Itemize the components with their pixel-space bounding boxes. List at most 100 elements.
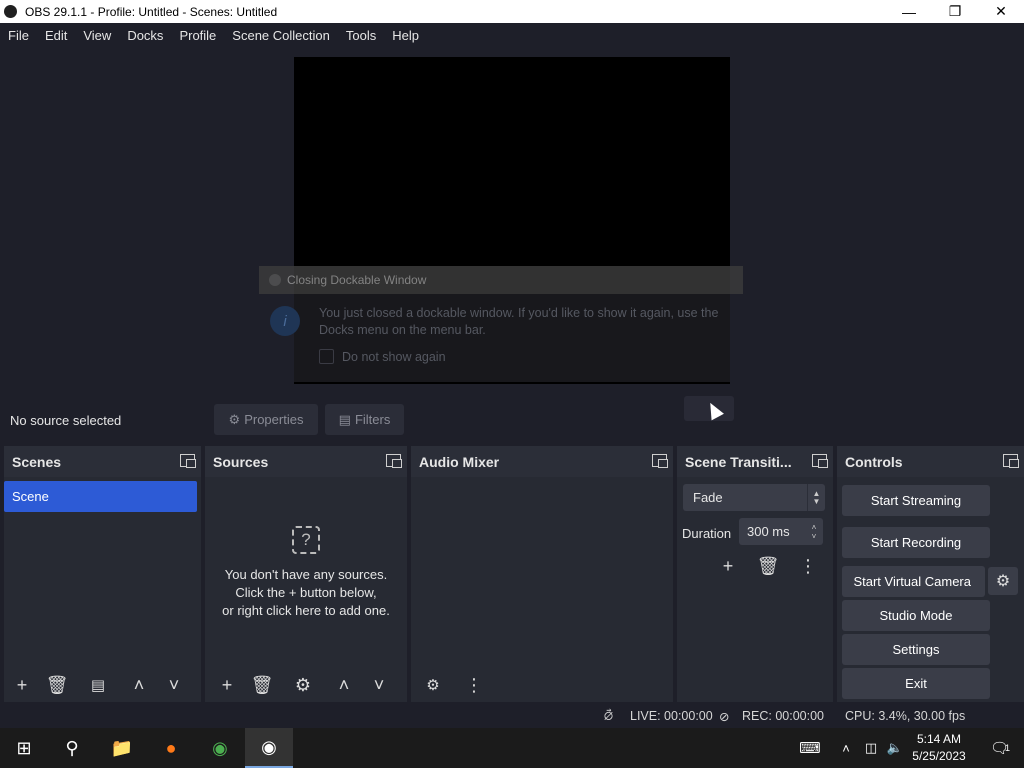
duration-value: 300 ms [747,524,790,539]
menu-view[interactable]: View [75,28,119,43]
no-source-label: No source selected [10,413,122,428]
transitions-header: Scene Transiti... [677,446,833,477]
taskbar: ⊞ ⚲ 📁 ● ◉ ◉ ⌨ ˄ ◫ 🔈 5:14 AM 5/25/2023 🗨 1 [0,728,1024,768]
virtual-camera-settings-button[interactable]: ⚙ [988,567,1018,595]
transition-toolbar: + 🗑 ⋮ [713,552,823,580]
question-icon: ? [292,526,320,554]
sources-dock-title: Sources [213,453,269,470]
audio-menu-button[interactable]: ⋮ [459,671,489,699]
spin-arrows-icon[interactable]: ˄ ˅ [805,518,823,545]
scenes-dock-title: Scenes [12,453,62,470]
advanced-audio-button[interactable]: ⚙ [418,671,448,699]
menu-help[interactable]: Help [384,28,427,43]
audio-mixer-header: Audio Mixer [411,446,673,477]
no-sources-line1: You don't have any sources. [224,567,388,582]
menu-tools[interactable]: Tools [338,28,384,43]
transition-selected: Fade [693,490,723,505]
move-source-up-button[interactable]: ˄ [329,671,359,699]
add-transition-button[interactable]: + [713,552,743,580]
system-clock[interactable]: 5:14 AM 5/25/2023 [908,731,970,765]
menu-file[interactable]: File [0,28,37,43]
menu-profile[interactable]: Profile [171,28,224,43]
transition-select[interactable]: Fade ▲ ▼ [683,484,825,511]
window-title: OBS 29.1.1 - Profile: Untitled - Scenes:… [25,4,278,19]
scenes-toolbar: + 🗑 ▤ ˄ ˅ [4,668,201,702]
notification-icon[interactable]: 🗨 1 [976,728,1024,768]
source-properties-button[interactable]: ⚙ [288,671,318,699]
start-recording-button[interactable]: Start Recording [842,527,990,558]
notification-count: 1 [1005,743,1011,753]
sources-dock[interactable]: Sources ? You don't have any sources. Cl… [205,446,407,702]
dialog-message: You just closed a dockable window. If yo… [319,306,719,337]
dialog-titlebar: Closing Dockable Window [259,266,743,294]
undock-icon[interactable] [812,454,828,468]
scene-list-item[interactable]: Scene [4,481,197,512]
select-arrows-icon: ▲ ▼ [807,484,825,511]
live-icon: ⦳ [604,709,614,723]
volume-icon[interactable]: 🔈 [882,728,908,768]
sources-toolbar: + 🗑 ⚙ ˄ ˅ [205,668,407,702]
info-icon: i [270,306,300,336]
no-sources-message: ? You don't have any sources. Click the … [205,526,407,620]
chrome-icon[interactable]: ◉ [196,728,244,768]
minimize-button[interactable]: — [886,0,932,23]
transitions-title: Scene Transiti... [685,453,792,470]
exit-button[interactable]: Exit [842,668,990,699]
menu-edit[interactable]: Edit [37,28,75,43]
menu-docks[interactable]: Docks [119,28,171,43]
move-scene-down-button[interactable]: ˅ [159,671,189,699]
undock-icon[interactable] [1003,454,1019,468]
close-button[interactable]: ✕ [978,0,1024,23]
scene-name: Scene [12,489,49,504]
start-streaming-button[interactable]: Start Streaming [842,485,990,516]
scene-transitions-dock: Scene Transiti... Fade ▲ ▼ Duration 300 m… [677,446,833,702]
maximize-button[interactable]: ❐ [932,0,978,23]
rec-status: REC: 00:00:00 [742,709,824,723]
undock-icon[interactable] [652,454,668,468]
no-sources-line2: Click the + button below, [235,585,377,600]
menu-scene-collection[interactable]: Scene Collection [224,28,338,43]
keyboard-icon[interactable]: ⌨ [786,728,834,768]
start-virtual-camera-button[interactable]: Start Virtual Camera [842,566,985,597]
add-source-button[interactable]: + [212,671,242,699]
rec-icon: ⊘ [719,710,730,724]
remove-scene-button[interactable]: 🗑 [42,671,72,699]
source-toolbar: No source selected ⚙ Properties ▤ Filter… [0,404,1024,436]
audio-mixer-dock: Audio Mixer ⚙ ⋮ [411,446,673,702]
gear-icon: ⚙ [995,573,1011,590]
controls-dock: Controls Start Streaming Start Recording… [837,446,1024,702]
remove-source-button[interactable]: 🗑 [247,671,277,699]
studio-mode-button[interactable]: Studio Mode [842,600,990,631]
firefox-icon[interactable]: ● [147,728,195,768]
menu-bar: File Edit View Docks Profile Scene Colle… [0,23,1024,47]
network-icon[interactable]: ◫ [858,728,884,768]
windows-start-icon[interactable]: ⊞ [0,728,48,768]
no-sources-line3: or right click here to add one. [222,603,390,618]
remove-transition-button[interactable]: 🗑 [753,552,783,580]
properties-button[interactable]: ⚙ Properties [214,404,318,435]
file-explorer-icon[interactable]: 📁 [98,728,146,768]
undock-icon[interactable] [386,454,402,468]
audio-mixer-title: Audio Mixer [419,453,500,470]
live-status: LIVE: 00:00:00 [630,709,713,723]
clock-time: 5:14 AM [916,732,962,746]
obs-taskbar-icon[interactable]: ◉ [245,728,293,768]
duration-label: Duration [682,526,732,541]
settings-button[interactable]: Settings [842,634,990,665]
undock-icon[interactable] [180,454,196,468]
transition-menu-button[interactable]: ⋮ [793,552,823,580]
checkbox-box[interactable] [319,349,334,364]
obs-logo-icon [269,274,281,286]
search-icon[interactable]: ⚲ [48,728,96,768]
properties-label: Properties [244,412,304,427]
filters-button[interactable]: ▤ Filters [325,404,404,435]
scenes-dock: Scenes Scene + 🗑 ▤ ˄ ˅ [4,446,201,702]
cpu-status: CPU: 3.4%, 30.00 fps [845,709,966,723]
duration-input[interactable]: 300 ms ˄ ˅ [739,518,823,545]
do-not-show-checkbox[interactable]: Do not show again [319,349,446,364]
move-source-down-button[interactable]: ˅ [364,671,394,699]
move-scene-up-button[interactable]: ˄ [124,671,154,699]
add-scene-button[interactable]: + [7,671,37,699]
scene-filters-button[interactable]: ▤ [83,671,113,699]
obs-logo-icon [4,5,17,18]
